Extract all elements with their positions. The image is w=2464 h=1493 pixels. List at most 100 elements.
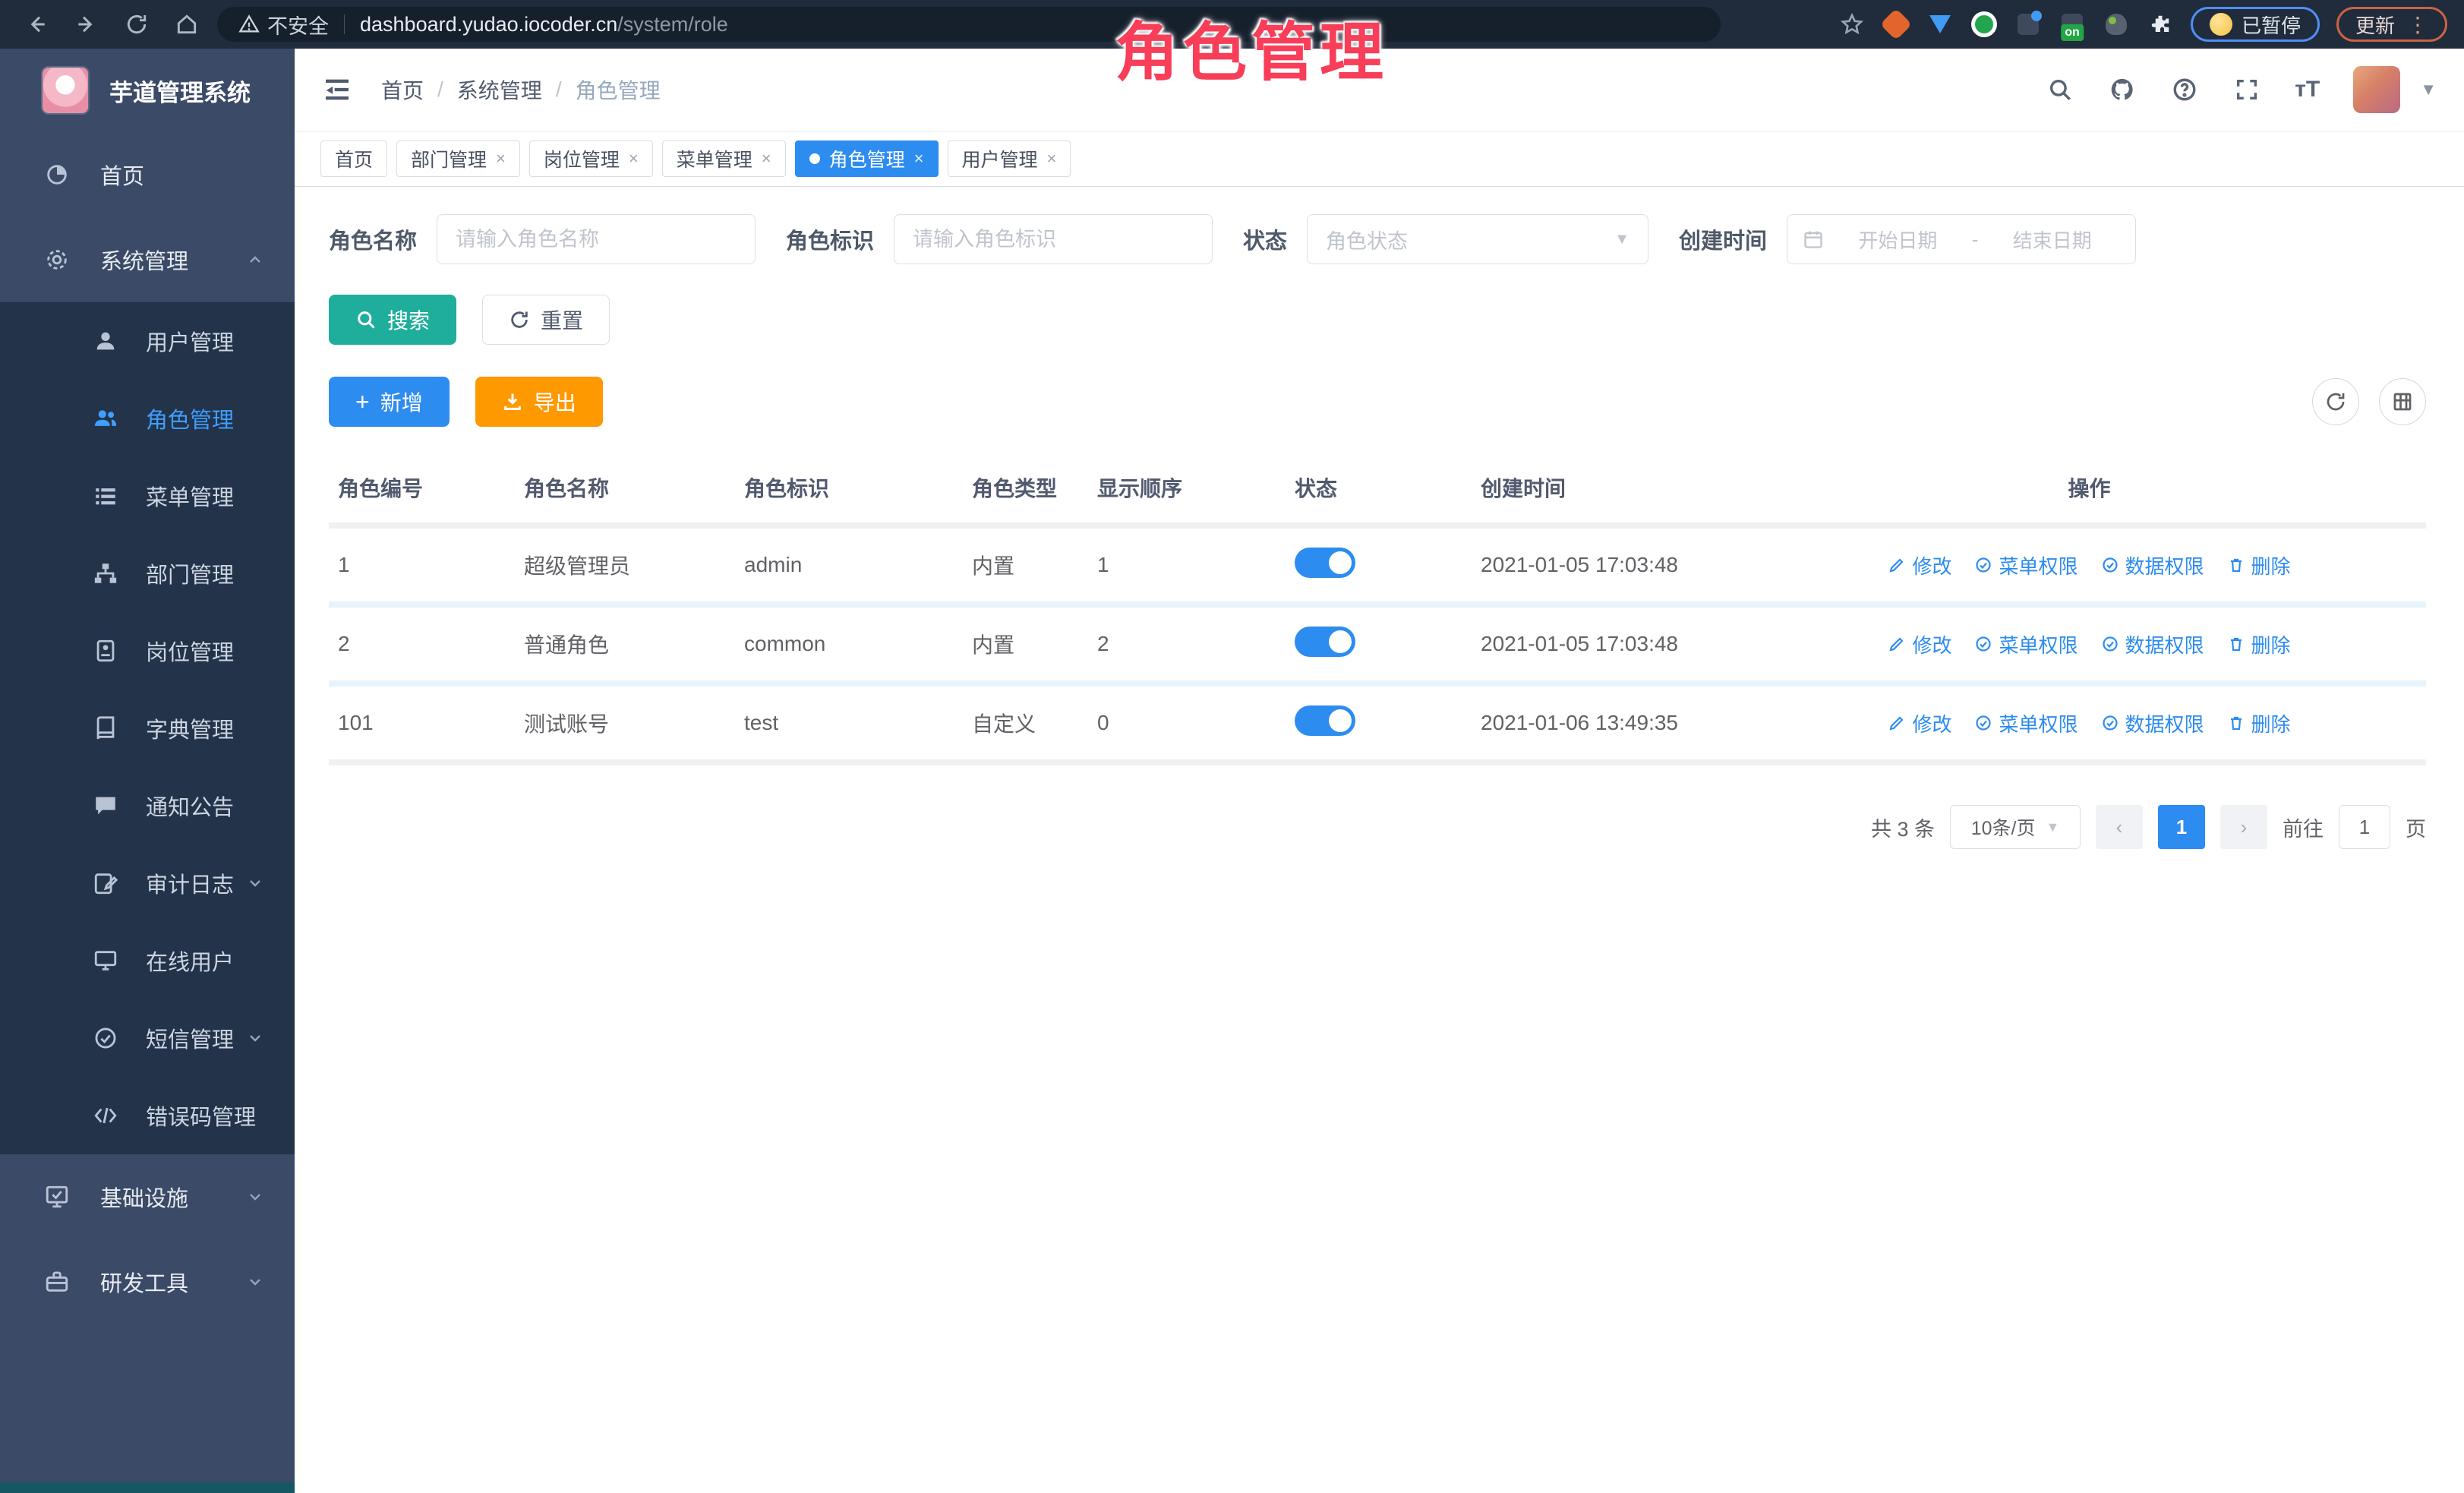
browser-menu-icon[interactable]: ⋮ [2407,12,2428,37]
goto-page-input[interactable] [2339,805,2390,849]
menu-permission-link[interactable]: 菜单权限 [1974,709,2078,737]
delete-link[interactable]: 删除 [2227,551,2291,579]
column-header-name[interactable]: 角色名称 [515,453,735,522]
search-button[interactable]: 搜索 [329,295,456,345]
sidebar-item-label: 基础设施 [100,1181,188,1213]
close-icon[interactable]: × [914,149,924,169]
extension-paw-icon[interactable] [2103,11,2130,38]
extension-check-icon[interactable] [1970,11,1998,38]
sidebar-item-posts[interactable]: 岗位管理 [0,612,295,690]
breadcrumb-item-home[interactable]: 首页 [381,74,424,105]
date-end-placeholder[interactable]: 结束日期 [1984,226,2120,254]
fullscreen-icon[interactable] [2232,75,2261,104]
add-button[interactable]: + 新增 [329,377,450,427]
role-name-field[interactable] [456,228,737,251]
close-icon[interactable]: × [762,149,771,169]
tab-departments[interactable]: 部门管理 × [396,140,520,177]
date-start-placeholder[interactable]: 开始日期 [1830,226,1966,254]
status-toggle[interactable] [1295,627,1355,657]
help-icon[interactable] [2170,75,2199,104]
column-settings-button[interactable] [2379,378,2426,425]
home-icon[interactable] [167,5,207,44]
export-button[interactable]: 导出 [475,377,603,427]
extension-proxy-icon[interactable]: on [2059,11,2086,38]
column-header-type[interactable]: 角色类型 [963,453,1088,522]
role-key-input[interactable] [894,214,1213,264]
app-title: 芋道管理系统 [109,74,251,108]
edit-link[interactable]: 修改 [1888,630,1951,658]
edit-link[interactable]: 修改 [1888,551,1951,579]
extensions-puzzle-icon[interactable] [2147,11,2174,38]
tab-roles-active[interactable]: 角色管理 × [795,140,939,177]
sidebar-item-error-codes[interactable]: 错误码管理 [0,1077,295,1154]
close-icon[interactable]: × [496,149,506,169]
tab-menus[interactable]: 菜单管理 × [662,140,786,177]
menu-permission-link[interactable]: 菜单权限 [1974,630,2078,658]
avatar-caret-icon[interactable]: ▼ [2420,80,2437,99]
role-key-field[interactable] [913,228,1194,251]
delete-link[interactable]: 删除 [2227,630,2291,658]
status-select[interactable]: 角色状态 ▼ [1307,214,1648,264]
status-toggle[interactable] [1295,705,1355,736]
column-header-create-time[interactable]: 创建时间 [1472,453,1753,522]
page-number-current[interactable]: 1 [2158,805,2205,849]
extension-gem-icon[interactable] [1926,11,1954,38]
sidebar-item-users[interactable]: 用户管理 [0,302,295,380]
status-toggle[interactable] [1295,548,1355,578]
font-size-icon[interactable]: тT [2295,77,2320,103]
column-header-id[interactable]: 角色编号 [329,453,515,522]
refresh-table-button[interactable] [2312,378,2359,425]
extension-ublock-icon[interactable] [1882,11,1910,38]
sidebar-item-home[interactable]: 首页 [0,132,295,217]
browser-update-chip[interactable]: 更新 ⋮ [2336,7,2447,42]
data-permission-link[interactable]: 数据权限 [2101,551,2204,579]
user-avatar[interactable] [2353,66,2400,113]
tab-posts[interactable]: 岗位管理 × [529,140,653,177]
bookmark-star-icon[interactable] [1838,11,1866,38]
column-header-key[interactable]: 角色标识 [735,453,963,522]
github-icon[interactable] [2108,75,2137,104]
back-icon[interactable] [17,5,56,44]
menu-permission-link[interactable]: 菜单权限 [1974,551,2078,579]
sidebar-item-notices[interactable]: 通知公告 [0,767,295,844]
security-warning[interactable]: 不安全 [238,10,329,39]
search-icon[interactable] [2046,75,2074,104]
reload-icon[interactable] [117,5,156,44]
forward-icon[interactable] [67,5,106,44]
prev-page-button[interactable]: ‹ [2096,805,2143,849]
sidebar-item-system[interactable]: 系统管理 [0,217,295,302]
extension-misc-icon[interactable] [2014,11,2042,38]
sidebar-item-roles[interactable]: 角色管理 [0,380,295,457]
data-permission-link[interactable]: 数据权限 [2101,709,2204,737]
data-permission-link[interactable]: 数据权限 [2101,630,2204,658]
page-size-select[interactable]: 10条/页 ▼ [1950,805,2081,849]
delete-link[interactable]: 删除 [2227,709,2291,737]
date-range-picker[interactable]: 开始日期 - 结束日期 [1787,214,2136,264]
sidebar-item-sms[interactable]: 短信管理 [0,999,295,1077]
tab-users[interactable]: 用户管理 × [948,140,1071,177]
breadcrumb-item-system[interactable]: 系统管理 [457,74,542,105]
sidebar-item-dictionary[interactable]: 字典管理 [0,690,295,767]
column-header-status[interactable]: 状态 [1286,453,1472,522]
sidebar-item-online-users[interactable]: 在线用户 [0,922,295,999]
collapse-sidebar-icon[interactable] [322,74,352,105]
next-page-button[interactable]: › [2220,805,2267,849]
tab-home[interactable]: 首页 [320,140,387,177]
reset-button[interactable]: 重置 [482,295,610,345]
sidebar-item-departments[interactable]: 部门管理 [0,535,295,612]
column-header-sort[interactable]: 显示顺序 [1088,453,1286,522]
profile-paused-chip[interactable]: 已暂停 [2191,7,2320,42]
table-row[interactable]: 101 测试账号 test 自定义 0 2021-01-06 13:49:35 … [329,687,2426,759]
close-icon[interactable]: × [1047,149,1057,169]
sidebar-item-audit-log[interactable]: 审计日志 [0,844,295,922]
edit-link[interactable]: 修改 [1888,709,1951,737]
sidebar-item-dev-tools[interactable]: 研发工具 [0,1239,295,1324]
table-row[interactable]: 1 超级管理员 admin 内置 1 2021-01-05 17:03:48 修… [329,529,2426,601]
table-row[interactable]: 2 普通角色 common 内置 2 2021-01-05 17:03:48 修… [329,608,2426,680]
sidebar-item-infrastructure[interactable]: 基础设施 [0,1154,295,1239]
close-icon[interactable]: × [629,149,639,169]
sidebar-item-menus[interactable]: 菜单管理 [0,457,295,535]
app-logo[interactable]: 芋道管理系统 [0,49,295,132]
role-name-input[interactable] [437,214,756,264]
address-bar[interactable]: 不安全 dashboard.yudao.iocoder.cn /system/r… [217,7,1721,42]
